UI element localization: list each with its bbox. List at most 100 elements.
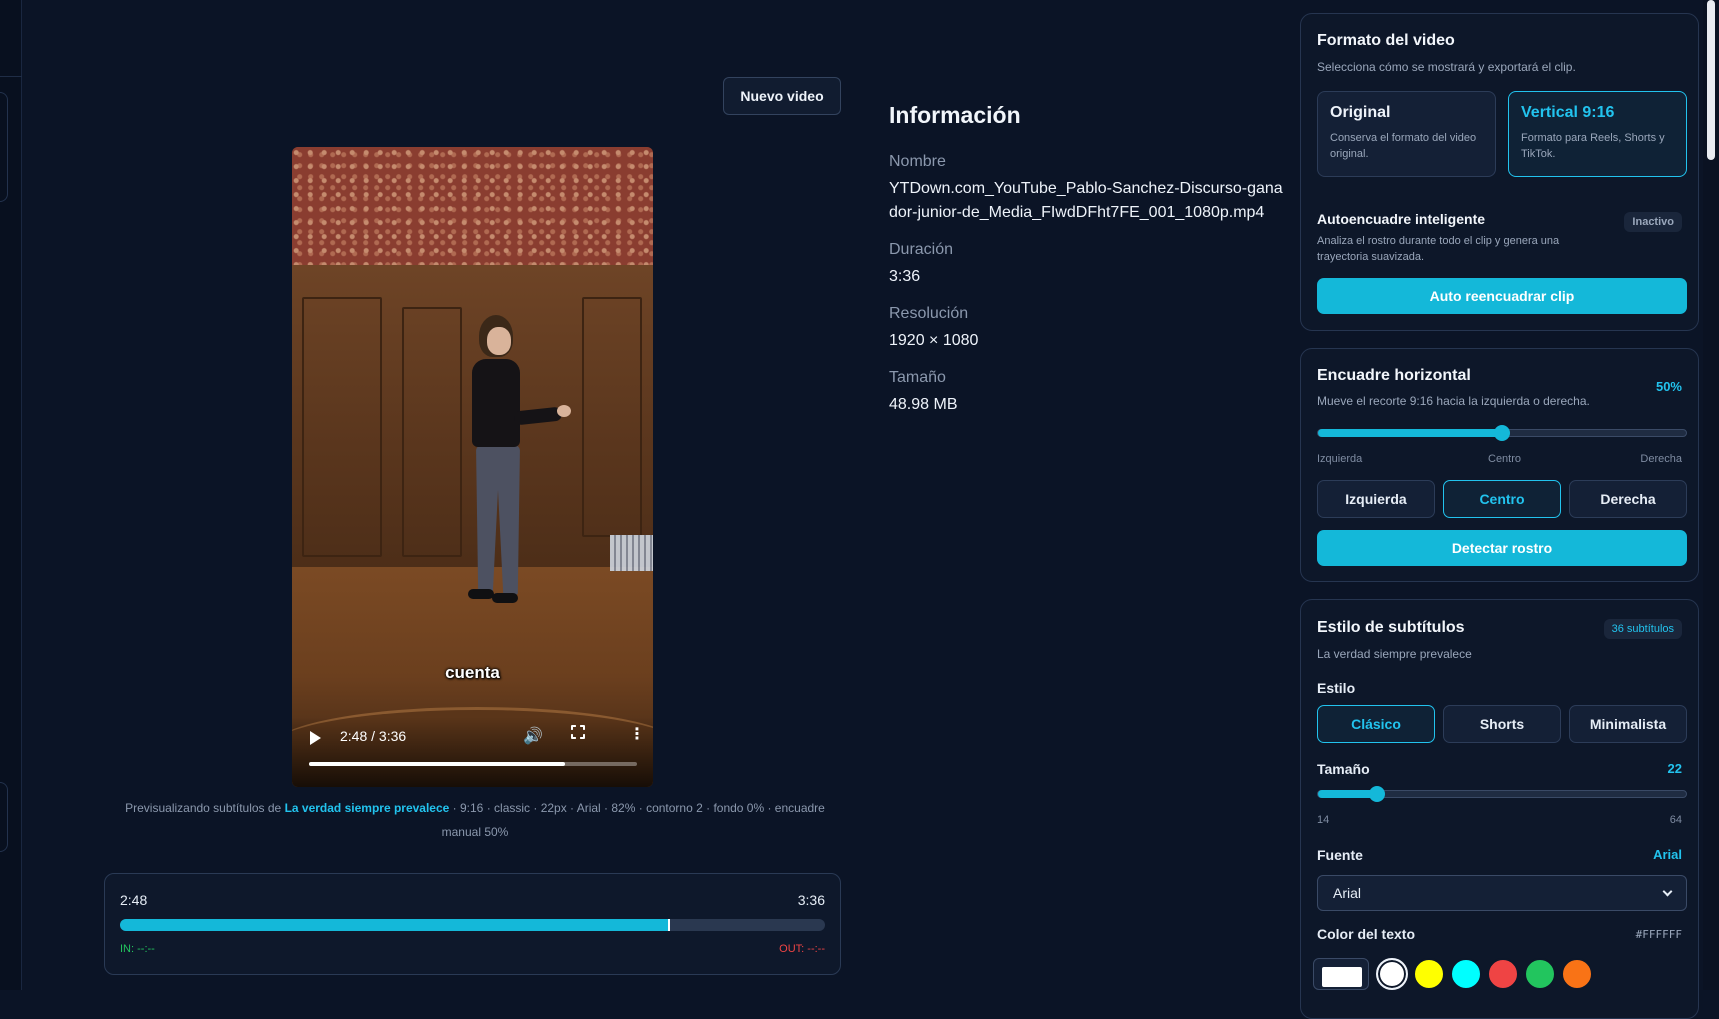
format-original-title: Original <box>1330 104 1391 121</box>
left-rail <box>0 0 22 990</box>
swatch-green[interactable] <box>1524 958 1556 990</box>
style-shorts-button[interactable]: Shorts <box>1443 705 1561 743</box>
framing-slider[interactable] <box>1317 425 1687 441</box>
style-label: Estilo <box>1317 680 1356 696</box>
video-player[interactable]: cuenta 2:48 / 3:36 🔊 ⋮ <box>292 147 653 787</box>
style-classic-button[interactable]: Clásico <box>1317 705 1435 743</box>
trim-start-time: 2:48 <box>120 892 148 908</box>
player-seek-fill <box>309 762 565 766</box>
play-icon[interactable] <box>310 731 321 745</box>
size-min: 14 <box>1317 814 1330 826</box>
preview-project: La verdad siempre prevalece <box>284 801 450 815</box>
info-name-value: YTDown.com_YouTube_Pablo-Sanchez-Discurs… <box>889 180 1283 221</box>
format-option-original[interactable]: Original Conserva el formato del video o… <box>1317 91 1496 177</box>
more-vert-icon[interactable]: ⋮ <box>629 724 645 744</box>
preview-details: · 9:16 · classic · 22px · Arial · 82% · … <box>441 801 825 839</box>
font-select[interactable]: Arial <box>1317 875 1687 911</box>
text-color-hex: #FFFFFF <box>1635 928 1682 941</box>
video-frame-panel <box>582 297 642 537</box>
info-resolution-value: 1920 × 1080 <box>889 332 979 349</box>
trim-end-time: 3:36 <box>797 892 825 908</box>
text-color-label: Color del texto <box>1317 926 1416 942</box>
swatch-white[interactable] <box>1376 958 1408 990</box>
framing-slider-fill <box>1318 429 1502 437</box>
color-picker[interactable] <box>1313 958 1369 990</box>
format-vertical-desc: Formato para Reels, Shorts y TikTok. <box>1521 132 1665 160</box>
format-option-vertical[interactable]: Vertical 9:16 Formato para Reels, Shorts… <box>1508 91 1687 177</box>
info-size-label: Tamaño <box>889 369 946 386</box>
auto-frame-status-badge: Inactivo <box>1624 212 1682 232</box>
format-title: Formato del video <box>1317 32 1455 49</box>
swatch-cyan[interactable] <box>1450 958 1482 990</box>
swatch-orange[interactable] <box>1561 958 1593 990</box>
framing-right-button[interactable]: Derecha <box>1569 480 1687 518</box>
rail-panel-edge-lower <box>0 782 8 852</box>
scrollbar-thumb[interactable] <box>1707 0 1715 160</box>
video-frame-person <box>492 593 518 603</box>
video-frame-panel <box>302 297 382 557</box>
size-label: Tamaño <box>1317 761 1370 777</box>
format-vertical-title: Vertical 9:16 <box>1521 104 1615 121</box>
size-max: 64 <box>1669 814 1682 826</box>
new-video-button[interactable]: Nuevo video <box>723 77 841 115</box>
swatch-red[interactable] <box>1487 958 1519 990</box>
video-frame-person <box>557 405 571 417</box>
video-frame-bottles <box>610 535 653 571</box>
framing-title: Encuadre horizontal <box>1317 367 1471 384</box>
info-name-label: Nombre <box>889 153 946 170</box>
size-value: 22 <box>1667 761 1682 776</box>
scrollbar[interactable] <box>1703 0 1719 990</box>
video-frame-person <box>472 359 520 447</box>
info-title: Información <box>889 102 1021 128</box>
preview-prefix: Previsualizando subtítulos de <box>125 801 282 815</box>
framing-center-button[interactable]: Centro <box>1443 480 1561 518</box>
settings-sidebar: Formato del video Selecciona cómo se mos… <box>1297 0 1703 1019</box>
trim-out-marker: OUT: --:-- <box>779 943 825 955</box>
subtitle-style-title: Estilo de subtítulos <box>1317 619 1465 636</box>
info-panel: Información Nombre YTDown.com_YouTube_Pa… <box>889 102 1289 433</box>
trim-timeline-fill <box>120 919 669 931</box>
color-picker-preview <box>1322 967 1362 987</box>
trim-playhead[interactable] <box>668 919 671 931</box>
swatch-yellow[interactable] <box>1413 958 1445 990</box>
trim-in-marker: IN: --:-- <box>120 943 155 955</box>
framing-left-button[interactable]: Izquierda <box>1317 480 1435 518</box>
volume-icon[interactable]: 🔊 <box>523 726 543 746</box>
framing-value: 50% <box>1655 379 1682 394</box>
font-select-value: Arial <box>1333 885 1362 901</box>
detect-face-button[interactable]: Detectar rostro <box>1317 530 1687 566</box>
player-time: 2:48 / 3:36 <box>340 728 407 744</box>
preview-note: Previsualizando subtítulos de La verdad … <box>110 796 840 844</box>
style-minimal-button[interactable]: Minimalista <box>1569 705 1687 743</box>
framing-tick-center: Centro <box>1488 453 1522 465</box>
info-duration-label: Duración <box>889 241 954 258</box>
rail-panel-edge <box>0 92 8 202</box>
subtitle-count-badge: 36 subtítulos <box>1603 619 1682 639</box>
format-original-desc: Conserva el formato del video original. <box>1330 132 1477 160</box>
video-frame-person <box>487 327 511 355</box>
framing-subtitle: Mueve el recorte 9:16 hacia la izquierda… <box>1317 394 1590 408</box>
font-label: Fuente <box>1317 847 1363 863</box>
framing-tick-left: Izquierda <box>1317 453 1363 465</box>
player-seek-bar[interactable] <box>309 762 637 766</box>
video-frame-person <box>468 589 494 599</box>
format-subtitle: Selecciona cómo se mostrará y exportará … <box>1317 60 1576 74</box>
size-slider-thumb[interactable] <box>1368 786 1385 802</box>
format-card: Formato del video Selecciona cómo se mos… <box>1300 13 1699 331</box>
framing-slider-thumb[interactable] <box>1494 425 1510 441</box>
framing-tick-right: Derecha <box>1640 453 1682 465</box>
video-frame-wallpaper <box>292 147 653 277</box>
chevron-down-icon <box>1662 886 1673 896</box>
info-duration-value: 3:36 <box>889 268 921 285</box>
main-area: Nuevo video cuenta 2:48 / 3:36 🔊 ⋮ Previ… <box>22 0 1297 990</box>
subtitle-caption: cuenta <box>445 663 500 682</box>
subtitle-project: La verdad siempre prevalece <box>1317 647 1472 661</box>
trim-timeline[interactable] <box>120 919 825 931</box>
auto-reframe-button[interactable]: Auto reencuadrar clip <box>1317 278 1687 314</box>
trim-panel: 2:48 3:36 IN: --:-- OUT: --:-- <box>104 873 841 975</box>
rail-divider <box>0 76 22 77</box>
info-resolution-label: Resolución <box>889 305 969 322</box>
font-value: Arial <box>1653 847 1682 862</box>
auto-frame-title: Autoencuadre inteligente <box>1317 211 1486 227</box>
size-slider[interactable] <box>1317 786 1687 802</box>
